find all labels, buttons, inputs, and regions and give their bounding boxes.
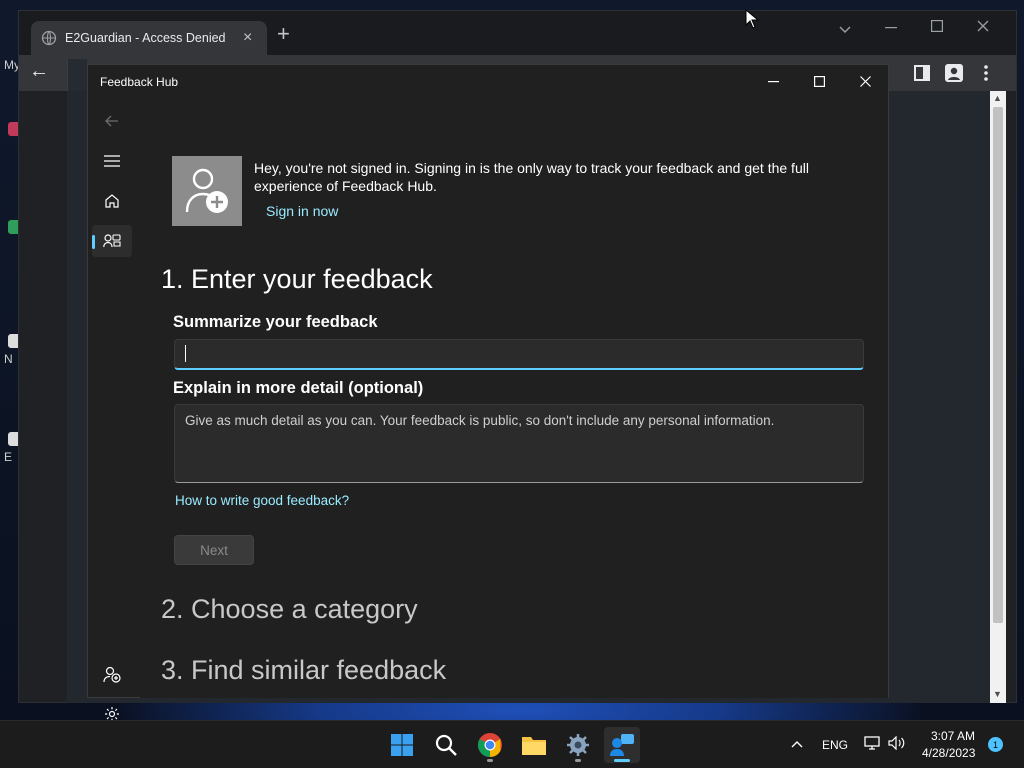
active-app-indicator — [614, 759, 630, 762]
minimize-icon[interactable] — [768, 81, 779, 83]
feedback-hub-window: Feedback Hub Hey, you're not signed in. … — [87, 64, 889, 721]
tab-search-icon[interactable] — [839, 25, 851, 35]
summary-label: Summarize your feedback — [173, 313, 378, 331]
step-3-heading[interactable]: 3. Find similar feedback — [161, 655, 446, 686]
side-panel-icon[interactable] — [912, 63, 932, 83]
browser-tab[interactable]: E2Guardian - Access Denied × — [31, 21, 267, 55]
start-button[interactable] — [384, 727, 420, 763]
search-icon — [435, 734, 457, 756]
language-indicator[interactable]: ENG — [822, 738, 848, 752]
clock-time[interactable]: 3:07 AM — [931, 729, 975, 743]
nav-back-button[interactable] — [92, 105, 132, 137]
back-icon — [105, 115, 118, 127]
nav-account-button[interactable] — [92, 658, 132, 690]
start-icon — [391, 734, 413, 756]
chrome-icon — [477, 733, 502, 757]
next-button[interactable]: Next — [174, 535, 254, 565]
back-button[interactable]: ← — [29, 60, 49, 83]
volume-icon[interactable] — [888, 736, 906, 750]
home-icon — [105, 194, 119, 208]
tab-close-icon[interactable]: × — [243, 29, 252, 47]
new-tab-button[interactable]: + — [277, 23, 290, 45]
feedback-help-link[interactable]: How to write good feedback? — [175, 493, 349, 508]
scroll-up-icon[interactable]: ▲ — [993, 93, 1002, 103]
taskbar: ENG 3:07 AM 4/28/2023 — [0, 720, 1024, 768]
close-icon[interactable] — [860, 76, 871, 87]
close-icon[interactable] — [977, 20, 989, 32]
settings-icon — [567, 734, 589, 756]
running-indicator — [487, 759, 493, 762]
sign-in-link[interactable]: Sign in now — [266, 203, 338, 219]
tab-title: E2Guardian - Access Denied — [65, 31, 226, 45]
more-options-icon[interactable] — [976, 63, 996, 83]
minimize-icon[interactable] — [885, 27, 897, 29]
window-title: Feedback Hub — [100, 75, 179, 89]
step-1-heading: 1. Enter your feedback — [161, 264, 433, 294]
feedback-icon — [103, 234, 121, 248]
feedback-form-pane: Hey, you're not signed in. Signing in is… — [140, 105, 888, 698]
mouse-cursor-icon — [745, 9, 759, 29]
notification-badge[interactable]: 1 — [988, 737, 1003, 752]
detail-textarea[interactable] — [174, 404, 864, 483]
desktop-icon-label-3: E — [4, 450, 13, 464]
step-2-heading[interactable]: 2. Choose a category — [161, 594, 418, 625]
chrome-taskbar-button[interactable] — [472, 727, 508, 763]
navigation-pane — [88, 105, 140, 721]
maximize-icon[interactable] — [814, 76, 825, 87]
add-account-icon — [103, 666, 121, 683]
tab-strip: E2Guardian - Access Denied × + — [19, 11, 1016, 55]
scroll-down-icon[interactable]: ▼ — [993, 689, 1002, 699]
nav-feedback-button[interactable] — [92, 225, 132, 257]
file-explorer-icon — [522, 737, 546, 755]
feedback-hub-icon — [610, 734, 634, 756]
menu-icon — [104, 155, 120, 167]
summary-input[interactable] — [174, 339, 864, 370]
detail-label: Explain in more detail (optional) — [173, 379, 424, 397]
search-button[interactable] — [428, 727, 464, 763]
scroll-thumb[interactable] — [993, 107, 1003, 623]
settings-taskbar-button[interactable] — [560, 727, 596, 763]
nav-home-button[interactable] — [92, 185, 132, 217]
add-user-icon — [185, 168, 228, 213]
text-caret — [185, 345, 186, 362]
show-hidden-icons-icon[interactable] — [791, 740, 803, 748]
avatar — [172, 156, 242, 226]
profile-icon[interactable] — [944, 63, 964, 83]
nav-menu-button[interactable] — [92, 145, 132, 177]
signin-message: Hey, you're not signed in. Signing in is… — [254, 160, 809, 194]
maximize-icon[interactable] — [931, 20, 943, 32]
active-indicator — [92, 235, 95, 249]
clock-date[interactable]: 4/28/2023 — [922, 746, 975, 760]
network-icon[interactable] — [864, 736, 880, 750]
page-scrollbar[interactable]: ▲ ▼ — [990, 91, 1006, 703]
file-explorer-button[interactable] — [516, 727, 552, 763]
globe-icon — [41, 30, 57, 46]
desktop-icon-label-2: N — [4, 352, 13, 366]
running-indicator — [575, 759, 581, 762]
feedback-hub-taskbar-button[interactable] — [604, 727, 640, 763]
